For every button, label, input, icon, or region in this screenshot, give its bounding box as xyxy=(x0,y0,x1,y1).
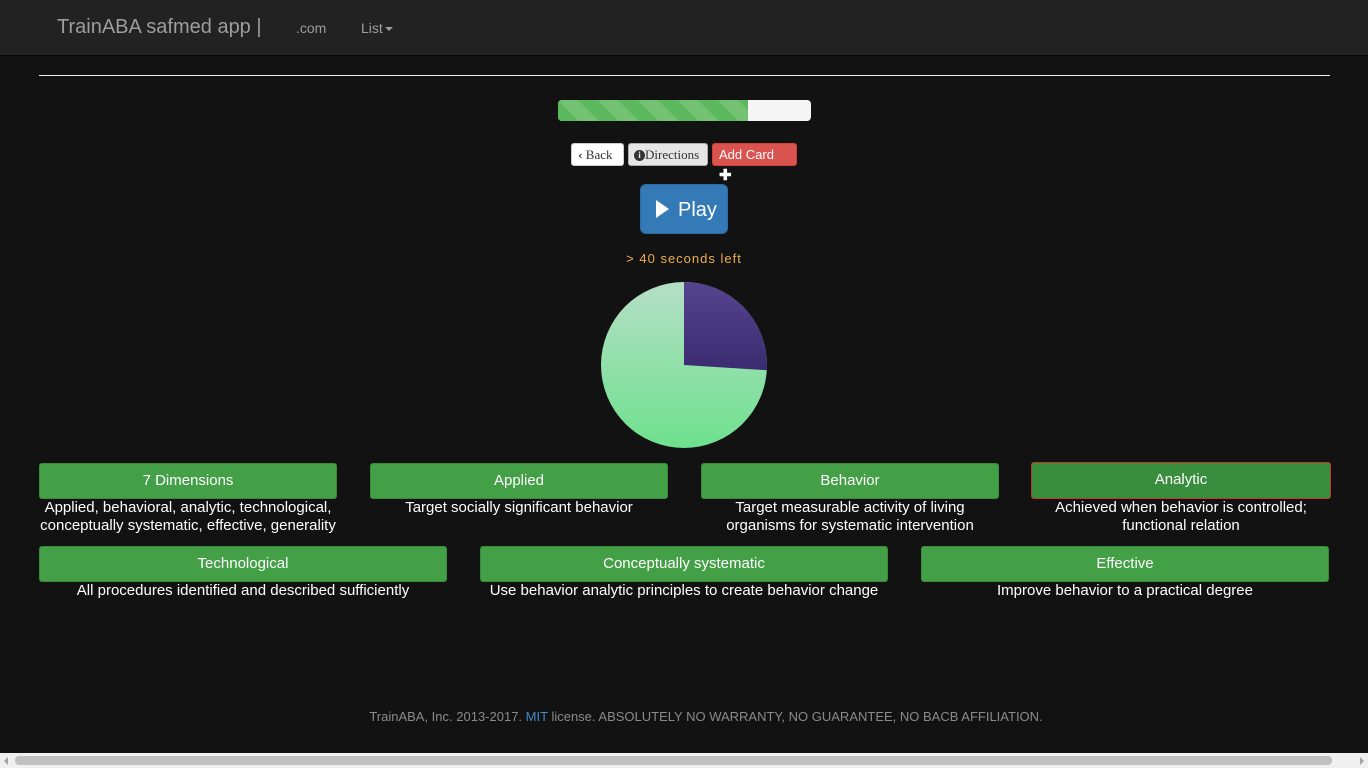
card-desc-effective: Improve behavior to a practical degree xyxy=(997,582,1253,599)
card-technological[interactable]: Technological xyxy=(39,546,447,582)
plus-icon: ✚ xyxy=(719,167,732,184)
divider xyxy=(39,75,1330,76)
info-icon: i xyxy=(634,150,645,161)
back-label: Back xyxy=(585,147,613,162)
card-desc-7-dimensions: Applied, behavioral, analytic, technolog… xyxy=(40,499,336,534)
play-icon xyxy=(656,200,669,218)
horizontal-scrollbar[interactable] xyxy=(0,753,1368,768)
add-card-button[interactable]: Add Card ✚ xyxy=(712,143,797,184)
directions-label: Directions xyxy=(645,147,700,162)
timer-pie xyxy=(601,282,768,448)
progress-bar xyxy=(558,100,811,121)
nav-link-com[interactable]: .com xyxy=(296,20,326,36)
card-desc-technological: All procedures identified and described … xyxy=(76,582,410,599)
add-card-label: Add Card xyxy=(719,147,774,162)
brand-link[interactable]: TrainABA safmed app | xyxy=(57,16,262,39)
mit-license-link[interactable]: MIT xyxy=(526,709,548,724)
card-applied[interactable]: Applied xyxy=(370,463,668,499)
card-behavior[interactable]: Behavior xyxy=(701,463,999,499)
nav-dropdown-list[interactable]: List xyxy=(361,20,393,36)
play-button[interactable]: Play xyxy=(640,184,728,234)
play-label: Play xyxy=(678,199,717,221)
nav-dropdown-label: List xyxy=(361,20,383,36)
card-desc-applied: Target socially significant behavior xyxy=(405,499,633,516)
footer: TrainABA, Inc. 2013-2017. MIT license. A… xyxy=(0,709,1368,724)
card-desc-analytic: Achieved when behavior is controlled; fu… xyxy=(1055,499,1307,534)
chevron-left-icon: ‹ xyxy=(578,149,583,162)
caret-down-icon xyxy=(384,27,393,32)
footer-copyright: TrainABA, Inc. 2013-2017. xyxy=(369,709,523,724)
card-desc-behavior: Target measurable activity of living org… xyxy=(726,499,974,534)
card-conceptually-systematic[interactable]: Conceptually systematic xyxy=(480,546,888,582)
pie-remaining xyxy=(684,282,768,371)
card-7-dimensions[interactable]: 7 Dimensions xyxy=(39,463,337,499)
scroll-left-icon[interactable] xyxy=(4,757,8,765)
scrollbar-thumb[interactable] xyxy=(15,756,1332,765)
card-effective[interactable]: Effective xyxy=(921,546,1329,582)
navbar: TrainABA safmed app | .com List xyxy=(0,0,1368,56)
back-button[interactable]: ‹ Back xyxy=(571,143,624,166)
card-desc-conceptually-systematic: Use behavior analytic principles to crea… xyxy=(489,582,879,599)
directions-button[interactable]: i Directions xyxy=(628,143,708,166)
progress-fill xyxy=(558,100,748,121)
timer-text: > 40 seconds left xyxy=(626,251,742,266)
scroll-right-icon[interactable] xyxy=(1360,757,1364,765)
card-analytic[interactable]: Analytic xyxy=(1031,462,1331,499)
footer-disclaimer: license. ABSOLUTELY NO WARRANTY, NO GUAR… xyxy=(551,709,1043,724)
